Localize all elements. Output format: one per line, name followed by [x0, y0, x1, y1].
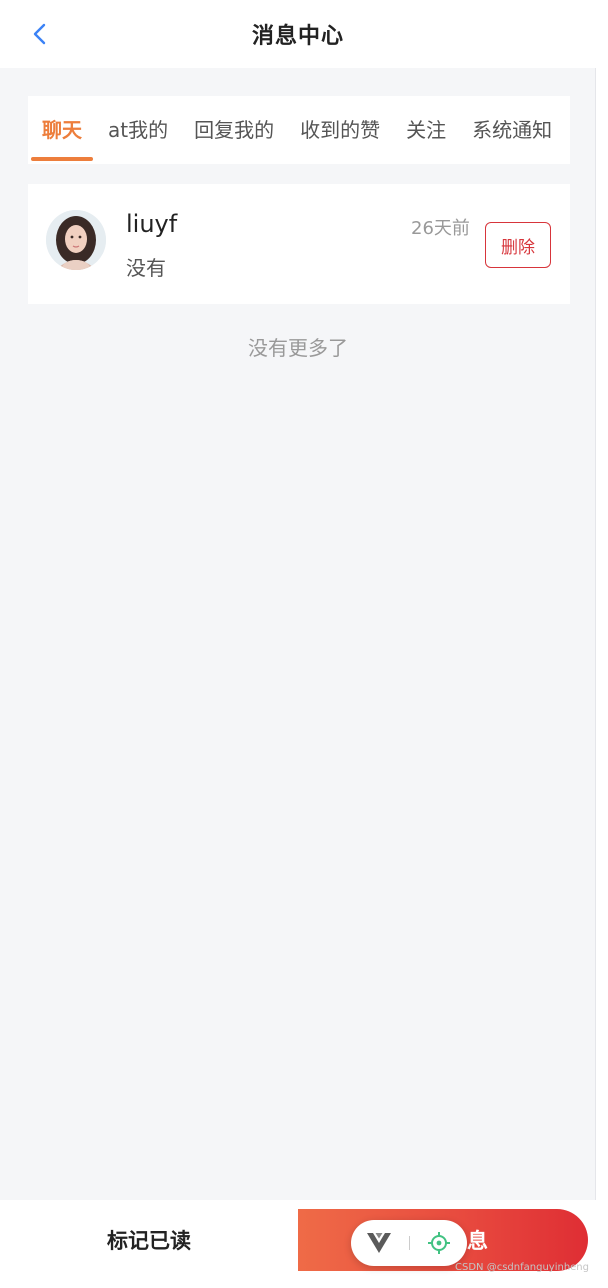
tab-label: at我的 — [108, 118, 169, 142]
vue-logo-icon — [367, 1233, 391, 1253]
tab-label: 系统通知 — [472, 118, 553, 142]
tab-at-me[interactable]: at我的 — [108, 96, 168, 164]
message-item[interactable]: liuyf 没有 26天前 删除 — [28, 184, 570, 304]
watermark: CSDN @csdnfanguyinheng — [455, 1262, 589, 1273]
delete-button[interactable]: 删除 — [485, 222, 551, 268]
app-frame: 消息中心 聊天 at我的 回复我的 收到的赞 关注 系统通知 liuyf 没有 … — [0, 0, 596, 1280]
tab-system-notice[interactable]: 系统通知 — [472, 96, 552, 164]
tab-likes[interactable]: 收到的赞 — [300, 96, 380, 164]
crosshair-icon[interactable] — [427, 1231, 451, 1255]
chevron-left-icon — [33, 23, 46, 45]
tab-label: 关注 — [406, 118, 447, 142]
page-title: 消息中心 — [251, 24, 344, 49]
message-preview: 没有 — [126, 256, 166, 280]
avatar — [46, 210, 106, 270]
tab-label: 聊天 — [42, 118, 82, 142]
tab-chat[interactable]: 聊天 — [31, 96, 93, 164]
divider — [408, 1236, 410, 1250]
header: 消息中心 — [0, 0, 596, 68]
tab-label: 收到的赞 — [300, 118, 381, 142]
action-button-label: 息 — [467, 1229, 488, 1253]
tab-bar: 聊天 at我的 回复我的 收到的赞 关注 系统通知 — [28, 96, 570, 164]
devtools-floating-button[interactable] — [351, 1220, 467, 1266]
message-time: 26天前 — [411, 218, 470, 239]
sender-name: liuyf — [126, 210, 178, 238]
tab-follows[interactable]: 关注 — [406, 96, 446, 164]
tab-replies[interactable]: 回复我的 — [194, 96, 274, 164]
active-tab-indicator — [31, 157, 93, 161]
mark-read-button[interactable]: 标记已读 — [0, 1200, 298, 1280]
list-end-text: 没有更多了 — [248, 336, 348, 360]
back-button[interactable] — [24, 18, 56, 50]
tab-label: 回复我的 — [194, 118, 275, 142]
